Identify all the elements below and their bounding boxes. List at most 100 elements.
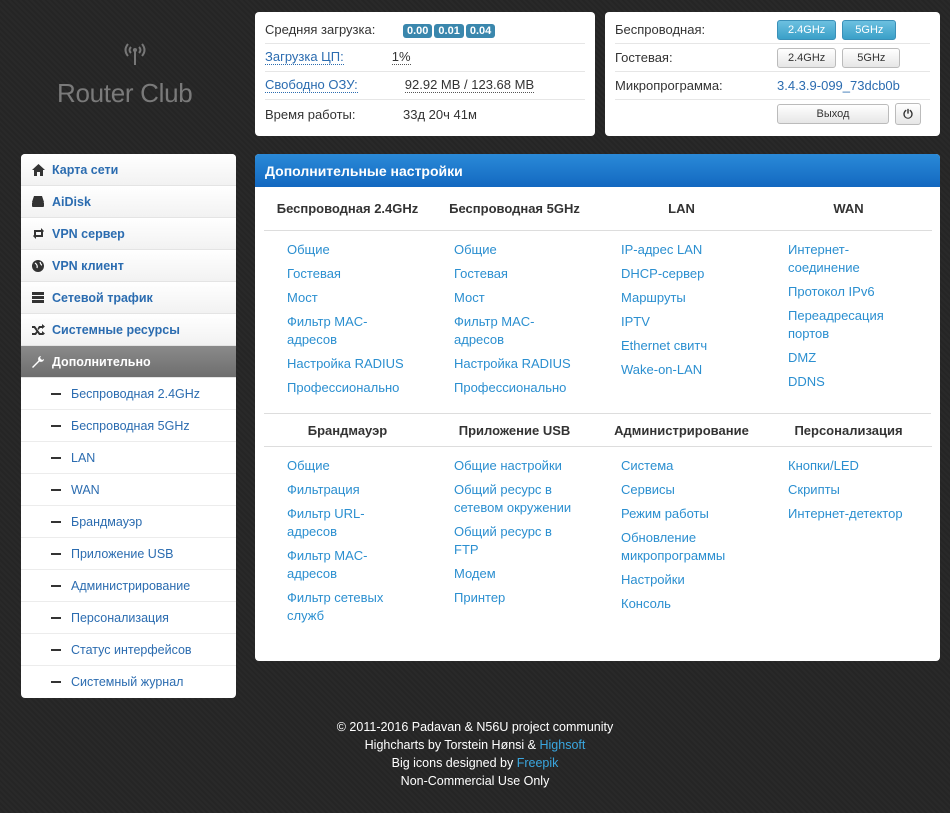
settings-link[interactable]: Общие — [454, 241, 584, 259]
settings-link[interactable]: Настройка RADIUS — [454, 355, 584, 373]
sidebar-subitem-label: Приложение USB — [71, 546, 174, 561]
settings-link[interactable]: Фильтр URL-адресов — [287, 505, 377, 541]
firmware-row: Микропрограмма: 3.4.3.9-099_73dcb0b — [615, 72, 930, 100]
cpu-load-link[interactable]: Загрузка ЦП: — [265, 50, 344, 65]
logout-button[interactable]: Выход — [777, 104, 889, 124]
sidebar-item-advanced[interactable]: Дополнительно — [21, 346, 236, 378]
free-ram-row: Свободно ОЗУ: 92.92 MB / 123.68 MB — [265, 72, 585, 100]
settings-link[interactable]: Гостевая — [287, 265, 417, 283]
settings-link[interactable]: Маршруты — [621, 289, 751, 307]
sidebar-item-vpn-server[interactable]: VPN сервер — [21, 218, 236, 250]
router-club-logo: Router Club — [55, 38, 205, 110]
settings-link[interactable]: Мост — [287, 289, 417, 307]
settings-link[interactable]: Wake-on-LAN — [621, 361, 751, 379]
sidebar-subitem-lan[interactable]: LAN — [21, 442, 236, 474]
sidebar-subitem-administration[interactable]: Администрирование — [21, 570, 236, 602]
sidebar-subitem-label: WAN — [71, 482, 100, 497]
sidebar-item-label: Дополнительно — [52, 354, 151, 369]
sidebar-subitem-customization[interactable]: Персонализация — [21, 602, 236, 634]
load-15min-badge: 0.04 — [465, 23, 496, 38]
settings-link[interactable]: Настройка RADIUS — [287, 355, 417, 373]
settings-link[interactable]: Фильтр MAC-адресов — [287, 547, 377, 583]
sidebar-item-label: Карта сети — [52, 162, 119, 177]
links-column-wireless-24: Общие Гостевая Мост Фильтр MAC-адресов Н… — [264, 231, 431, 403]
globe-icon — [31, 259, 45, 273]
settings-link[interactable]: Интернет-детектор — [788, 505, 918, 523]
settings-link[interactable]: Кнопки/LED — [788, 457, 918, 475]
highsoft-link[interactable]: Highsoft — [539, 738, 585, 752]
sidebar-item-aidisk[interactable]: AiDisk — [21, 186, 236, 218]
wrench-icon — [31, 355, 45, 369]
sidebar-subitem-wireless-5[interactable]: Беспроводная 5GHz — [21, 410, 236, 442]
settings-link[interactable]: Обновление микропрограммы — [621, 529, 751, 565]
sidebar-item-label: VPN сервер — [52, 226, 125, 241]
free-ram-link[interactable]: Свободно ОЗУ: — [265, 78, 358, 93]
column-header: Персонализация — [765, 414, 932, 447]
links-column-wireless-5: Общие Гостевая Мост Фильтр MAC-адресов Н… — [431, 231, 598, 403]
sidebar-subitem-wan[interactable]: WAN — [21, 474, 236, 506]
settings-link[interactable]: Фильтр MAC-адресов — [287, 313, 377, 349]
sidebar-item-network-map[interactable]: Карта сети — [21, 154, 236, 186]
settings-link[interactable]: Мост — [454, 289, 584, 307]
settings-link[interactable]: Переадресация портов — [788, 307, 898, 343]
sidebar-subitem-usb[interactable]: Приложение USB — [21, 538, 236, 570]
settings-link[interactable]: DMZ — [788, 349, 918, 367]
sidebar-subitem-system-log[interactable]: Системный журнал — [21, 666, 236, 698]
sidebar-item-system-resources[interactable]: Системные ресурсы — [21, 314, 236, 346]
settings-link[interactable]: Сервисы — [621, 481, 751, 499]
settings-link[interactable]: Фильтр MAC-адресов — [454, 313, 544, 349]
settings-link[interactable]: Система — [621, 457, 751, 475]
retweet-icon — [31, 227, 45, 241]
settings-link[interactable]: Скрипты — [788, 481, 918, 499]
settings-link[interactable]: Общий ресурс в FTP — [454, 523, 564, 559]
sidebar-subitem-wireless-24[interactable]: Беспроводная 2.4GHz — [21, 378, 236, 410]
sidebar-item-traffic[interactable]: Сетевой трафик — [21, 282, 236, 314]
settings-link[interactable]: Фильтр сетевых служб — [287, 589, 397, 625]
wireless-5ghz-button[interactable]: 5GHz — [842, 19, 897, 40]
dash-icon — [51, 520, 61, 523]
uptime-label: Время работы: — [265, 106, 356, 122]
load-average-label: Средняя загрузка: — [265, 22, 376, 37]
antenna-icon — [124, 43, 146, 65]
uptime-value: 33д 20ч 41м — [403, 106, 477, 122]
settings-link[interactable]: Интернет-соединение — [788, 241, 868, 277]
power-button[interactable]: ⏻ — [895, 103, 921, 125]
dash-icon — [51, 616, 61, 619]
settings-link[interactable]: Принтер — [454, 589, 584, 607]
links-column-usb: Общие настройки Общий ресурс в сетевом о… — [431, 447, 598, 631]
links-column-lan: IP-адрес LAN DHCP-сервер Маршруты IPTV E… — [598, 231, 765, 403]
sidebar-item-vpn-client[interactable]: VPN клиент — [21, 250, 236, 282]
settings-link[interactable]: Ethernet свитч — [621, 337, 751, 355]
guest-24ghz-button[interactable]: 2.4GHz — [777, 47, 837, 68]
settings-link[interactable]: Гостевая — [454, 265, 584, 283]
dash-icon — [51, 424, 61, 427]
settings-link[interactable]: Протокол IPv6 — [788, 283, 918, 301]
guest-5ghz-button[interactable]: 5GHz — [842, 47, 901, 68]
sidebar-subitem-firewall[interactable]: Брандмауэр — [21, 506, 236, 538]
settings-link[interactable]: Профессионально — [454, 379, 584, 397]
settings-link[interactable]: Фильтрация — [287, 481, 417, 499]
sidebar-subitem-interface-status[interactable]: Статус интерфейсов — [21, 634, 236, 666]
settings-link[interactable]: Общие настройки — [454, 457, 584, 475]
tasks-icon — [31, 291, 45, 305]
settings-link[interactable]: Режим работы — [621, 505, 751, 523]
footer-icons-text: Big icons designed by — [391, 756, 517, 770]
wireless-24ghz-button[interactable]: 2.4GHz — [777, 19, 837, 40]
cpu-load-row: Загрузка ЦП: 1% — [265, 44, 585, 72]
settings-link[interactable]: IP-адрес LAN — [621, 241, 751, 259]
column-header: Администрирование — [598, 414, 765, 447]
settings-link[interactable]: Общие — [287, 457, 417, 475]
settings-link[interactable]: Модем — [454, 565, 584, 583]
settings-link[interactable]: Консоль — [621, 595, 751, 613]
settings-link[interactable]: Профессионально — [287, 379, 417, 397]
settings-link[interactable]: Общий ресурс в сетевом окружении — [454, 481, 579, 517]
settings-link[interactable]: Общие — [287, 241, 417, 259]
firmware-version-link[interactable]: 3.4.3.9-099_73dcb0b — [777, 78, 900, 93]
settings-link[interactable]: Настройки — [621, 571, 751, 589]
settings-link[interactable]: DHCP-сервер — [621, 265, 751, 283]
settings-link[interactable]: DDNS — [788, 373, 918, 391]
freepik-link[interactable]: Freepik — [517, 756, 559, 770]
settings-link[interactable]: IPTV — [621, 313, 751, 331]
sidebar-subitem-label: Брандмауэр — [71, 514, 143, 529]
column-header: Беспроводная 2.4GHz — [264, 187, 431, 231]
